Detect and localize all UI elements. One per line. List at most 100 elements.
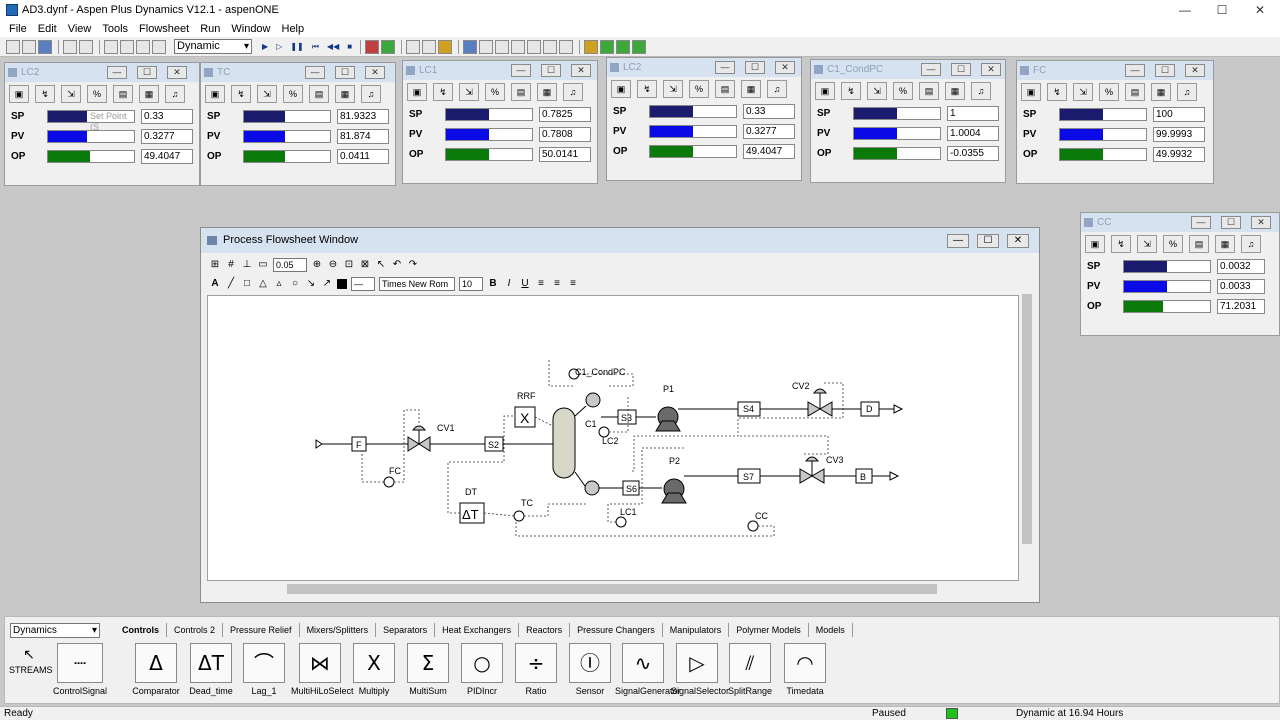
auto-mode-icon[interactable]: ▣ xyxy=(9,85,29,103)
align-right-icon[interactable]: ≡ xyxy=(567,278,579,290)
tune-icon[interactable]: ♫ xyxy=(1177,83,1197,101)
faceplate-maximize-button[interactable]: ☐ xyxy=(541,64,561,77)
plot-icon[interactable]: ▦ xyxy=(1215,235,1235,253)
polygon-tool-icon[interactable]: △ xyxy=(257,278,269,290)
signal-selector-icon[interactable]: ▷ xyxy=(676,643,718,683)
menu-run[interactable]: Run xyxy=(200,23,220,35)
tab-polymer-models[interactable]: Polymer Models xyxy=(729,623,809,637)
lag-icon[interactable]: ⌒ xyxy=(243,643,285,683)
cascade-mode-icon[interactable]: ⇲ xyxy=(257,85,277,103)
open-file-icon[interactable] xyxy=(22,39,36,54)
tune-icon[interactable]: ♫ xyxy=(767,80,787,98)
faceplate-c1-condpc[interactable]: C1_CondPC — ☐ ✕ ▣ ↯ ⇲ % ▤ ▦ ♫ SP 1 PV 1.00… xyxy=(810,59,1006,183)
tab-manipulators[interactable]: Manipulators xyxy=(663,623,730,637)
grid-size-select[interactable]: 0.05 xyxy=(273,258,307,272)
sum-icon[interactable]: Σ xyxy=(407,643,449,683)
undo-icon[interactable]: ↶ xyxy=(391,259,403,271)
tune-icon[interactable]: ♫ xyxy=(165,85,185,103)
pid-controller-icon[interactable]: ○ xyxy=(461,643,503,683)
chart-icon[interactable] xyxy=(543,39,558,54)
signal-generator-icon[interactable]: ∿ xyxy=(622,643,664,683)
tab-models[interactable]: Models xyxy=(809,623,853,637)
faceplate-lc1[interactable]: LC1 — ☐ ✕ ▣ ↯ ⇲ % ▤ ▦ ♫ SP 0.7825 PV 0.780… xyxy=(402,60,598,184)
maximize-button[interactable]: ☐ xyxy=(1202,0,1242,20)
sensor-icon[interactable]: Ⓘ xyxy=(569,643,611,683)
sp-value[interactable]: 100 xyxy=(1153,106,1205,122)
zoom-in-icon[interactable]: ⊕ xyxy=(311,259,323,271)
faceplate-lc2-copy[interactable]: LC2 — ☐ ✕ ▣ ↯ ⇲ % ▤ ▦ ♫ SP 0.33 PV 0.3277 … xyxy=(606,57,802,181)
faceplate-lc2[interactable]: LC2 — ☐ ✕ ▣ ↯ ⇲ % ▤ ▦ ♫ SP Set Point (S 0.… xyxy=(4,62,200,186)
font-name-select[interactable]: Times New Rom xyxy=(379,277,455,291)
op-value[interactable]: 49.4047 xyxy=(141,148,193,164)
tab-mixers-splitters[interactable]: Mixers/Splitters xyxy=(300,623,377,637)
history-icon[interactable] xyxy=(495,39,510,54)
manual-mode-icon[interactable]: ↯ xyxy=(433,83,453,101)
zoom-fit-icon[interactable]: ⊡ xyxy=(343,259,355,271)
plot-icon[interactable]: ▦ xyxy=(139,85,159,103)
cascade-mode-icon[interactable]: ⇲ xyxy=(459,83,479,101)
menu-window[interactable]: Window xyxy=(231,23,270,35)
cascade-mode-icon[interactable]: ⇲ xyxy=(867,82,887,100)
flowsheet-vertical-scrollbar[interactable] xyxy=(1020,256,1034,581)
palette-item-comparator[interactable]: Δ Comparator xyxy=(131,643,181,696)
palette-library-select[interactable]: Dynamics xyxy=(10,623,100,638)
faceplate-maximize-button[interactable]: ☐ xyxy=(745,61,765,74)
redo-icon[interactable]: ↷ xyxy=(407,259,419,271)
reconnect-icon[interactable] xyxy=(422,39,437,54)
plot-icon[interactable]: ▦ xyxy=(335,85,355,103)
configure-icon[interactable]: ▤ xyxy=(1125,83,1145,101)
plot-icon[interactable]: ▦ xyxy=(945,82,965,100)
grid-size-icon[interactable]: ▭ xyxy=(257,259,269,271)
faceplate-close-button[interactable]: ✕ xyxy=(775,61,795,74)
percent-icon[interactable]: % xyxy=(87,85,107,103)
tune-icon[interactable]: ♫ xyxy=(971,82,991,100)
copy-icon[interactable] xyxy=(120,39,134,54)
align-center-icon[interactable]: ≡ xyxy=(551,278,563,290)
cascade-mode-icon[interactable]: ⇲ xyxy=(1137,235,1157,253)
palette-item-ratio[interactable]: ÷ Ratio xyxy=(511,643,561,696)
flowsheet-maximize-button[interactable]: ☐ xyxy=(977,234,999,248)
font-size-select[interactable]: 10 xyxy=(459,277,483,291)
auto-mode-icon[interactable]: ▣ xyxy=(815,82,835,100)
run-icon[interactable]: ▶ xyxy=(262,42,268,51)
zoom-all-icon[interactable]: ⊠ xyxy=(359,259,371,271)
triangle-tool-icon[interactable]: ▵ xyxy=(273,278,285,290)
faceplate-close-button[interactable]: ✕ xyxy=(981,63,1001,76)
tune-icon[interactable]: ♫ xyxy=(563,83,583,101)
graph-icon[interactable] xyxy=(559,39,574,54)
zoom-out-icon[interactable]: ⊖ xyxy=(327,259,339,271)
percent-icon[interactable]: % xyxy=(689,80,709,98)
tune-icon[interactable]: ♫ xyxy=(361,85,381,103)
timedata-icon[interactable]: ◠ xyxy=(784,643,826,683)
auto-mode-icon[interactable]: ▣ xyxy=(611,80,631,98)
grid-icon[interactable]: ⊞ xyxy=(209,259,221,271)
step-icon[interactable]: ▷ xyxy=(276,42,282,51)
rectangle-tool-icon[interactable]: □ xyxy=(241,278,253,290)
snapshot-icon[interactable] xyxy=(365,39,380,54)
op-value[interactable]: -0.0355 xyxy=(947,145,999,161)
sp-value[interactable]: 1 xyxy=(947,105,999,121)
auto-mode-icon[interactable]: ▣ xyxy=(205,85,225,103)
line-tool-icon[interactable]: ╱ xyxy=(225,278,237,290)
palette-item-multisum[interactable]: Σ MultiSum xyxy=(403,643,453,696)
palette-item-controlsignal[interactable]: ┈ ControlSignal xyxy=(51,643,109,696)
minimize-button[interactable]: — xyxy=(1165,0,1205,20)
manual-mode-icon[interactable]: ↯ xyxy=(1047,83,1067,101)
tab-pressure-relief[interactable]: Pressure Relief xyxy=(223,623,300,637)
faceplate-minimize-button[interactable]: — xyxy=(1125,64,1145,77)
table-icon[interactable] xyxy=(479,39,494,54)
process-flowsheet-window[interactable]: Process Flowsheet Window — ☐ ✕ ⊞ # ⊥ ▭ 0… xyxy=(200,227,1040,603)
menu-help[interactable]: Help xyxy=(282,23,305,35)
palette-item-sensor[interactable]: Ⓘ Sensor xyxy=(565,643,615,696)
menu-tools[interactable]: Tools xyxy=(102,23,128,35)
plot-icon[interactable]: ▦ xyxy=(1151,83,1171,101)
flowsheet-horizontal-scrollbar[interactable] xyxy=(207,582,1019,596)
palette-item-multiply[interactable]: X Multiply xyxy=(349,643,399,696)
sp-value[interactable]: 81.9323 xyxy=(337,108,389,124)
flowsheet-close-button[interactable]: ✕ xyxy=(1007,234,1029,248)
snap-icon[interactable]: # xyxy=(225,259,237,271)
manual-mode-icon[interactable]: ↯ xyxy=(231,85,251,103)
camera-icon[interactable] xyxy=(511,39,526,54)
sp-value[interactable]: 0.33 xyxy=(141,108,193,124)
palette-item-signalselector[interactable]: ▷ SignalSelector xyxy=(671,643,729,696)
